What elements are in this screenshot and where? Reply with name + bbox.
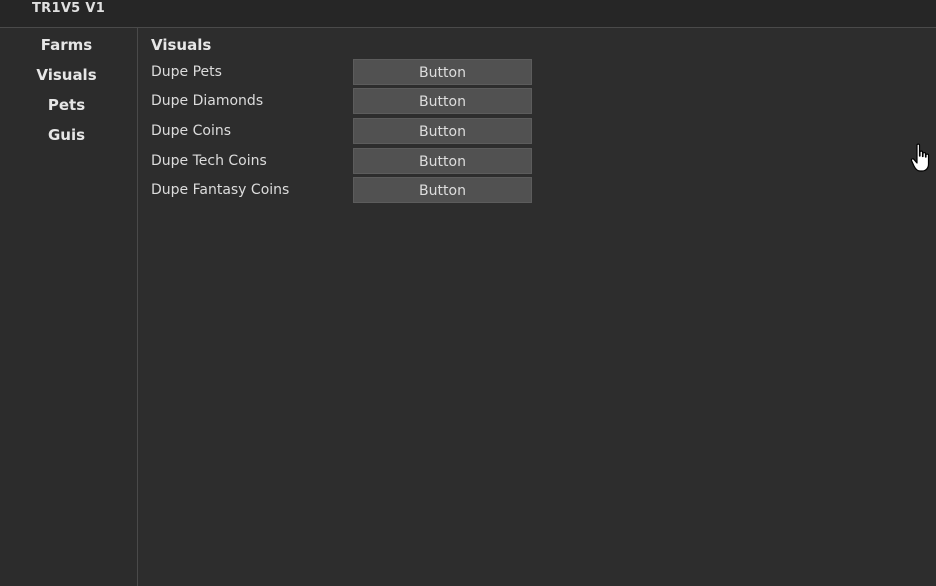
- dupe-diamonds-button[interactable]: Button: [353, 88, 532, 114]
- sidebar: Farms Visuals Pets Guis: [0, 28, 138, 586]
- sidebar-item-farms[interactable]: Farms: [0, 35, 133, 55]
- row-label-dupe-pets: Dupe Pets: [151, 64, 222, 80]
- row-label-dupe-fantasy-coins: Dupe Fantasy Coins: [151, 182, 290, 198]
- row-label-dupe-diamonds: Dupe Diamonds: [151, 93, 264, 109]
- app-window: TR1V5 V1 Farms Visuals Pets Guis Visuals…: [0, 0, 936, 586]
- row-label-dupe-coins: Dupe Coins: [151, 123, 232, 139]
- window-title: TR1V5 V1: [32, 1, 106, 16]
- dupe-fantasy-coins-button[interactable]: Button: [353, 177, 532, 203]
- main-panel: Visuals Dupe Pets Button Dupe Diamonds B…: [138, 28, 936, 586]
- hand-pointer-icon: [910, 143, 930, 172]
- sidebar-item-visuals[interactable]: Visuals: [0, 65, 133, 85]
- row-label-dupe-tech-coins: Dupe Tech Coins: [151, 153, 267, 169]
- dupe-pets-button[interactable]: Button: [353, 59, 532, 85]
- sidebar-item-pets[interactable]: Pets: [0, 95, 133, 115]
- section-title: Visuals: [151, 36, 212, 54]
- sidebar-item-guis[interactable]: Guis: [0, 125, 133, 145]
- dupe-tech-coins-button[interactable]: Button: [353, 148, 532, 174]
- dupe-coins-button[interactable]: Button: [353, 118, 532, 144]
- title-bar[interactable]: TR1V5 V1: [0, 0, 936, 28]
